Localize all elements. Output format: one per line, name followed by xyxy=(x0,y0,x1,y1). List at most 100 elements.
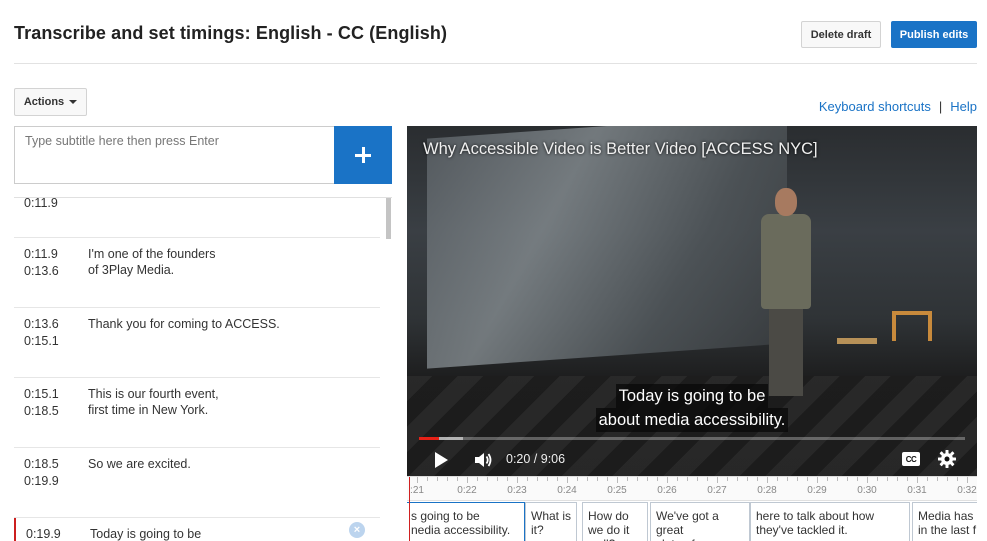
start-time[interactable]: 0:19.9 xyxy=(26,527,61,541)
end-time[interactable]: 0:18.5 xyxy=(24,404,59,418)
caption-line-1: Today is going to be xyxy=(615,384,769,408)
ruler-tick xyxy=(597,477,598,481)
speaker-head xyxy=(775,188,797,216)
ruler-tick xyxy=(667,477,668,483)
subtitle-list[interactable]: 0:11.9 0:11.9 0:13.6 I'm one of the foun… xyxy=(14,197,392,541)
start-time[interactable]: 0:15.1 xyxy=(24,387,59,401)
progress-played xyxy=(419,437,440,440)
ruler-tick xyxy=(647,477,648,481)
tick-label: 0:27 xyxy=(707,485,727,496)
timeline-segments: s going to be nedia accessibility. What … xyxy=(407,502,977,541)
help-link[interactable]: Help xyxy=(950,99,977,114)
ruler-tick xyxy=(557,477,558,481)
timeline-segment[interactable]: here to talk about how they've tackled i… xyxy=(750,502,910,541)
timeline-segment[interactable]: Media has in the last f xyxy=(912,502,977,541)
timeline-ruler[interactable]: :21 0:22 0:23 0:24 0:25 0:26 0:27 0:28 0:29 0:30 0… xyxy=(407,477,977,501)
subtitle-row[interactable]: 0:13.6 0:15.1 Thank you for coming to AC… xyxy=(14,308,380,378)
subtitle-row[interactable]: 0:18.5 0:19.9 So we are excited. xyxy=(14,448,380,518)
ruler-tick xyxy=(717,477,718,483)
video-caption: Today is going to be about media accessi… xyxy=(407,384,977,432)
ruler-tick xyxy=(507,477,508,481)
ruler-tick xyxy=(417,477,418,483)
timeline-playhead[interactable] xyxy=(409,477,410,541)
volume-icon[interactable] xyxy=(473,450,493,470)
speaker-body xyxy=(761,214,811,309)
ruler-tick xyxy=(867,477,868,483)
projection-screen xyxy=(427,126,787,369)
ruler-tick xyxy=(937,477,938,481)
timeline-segment[interactable]: How do we do it well? xyxy=(582,502,648,541)
actions-dropdown[interactable]: Actions xyxy=(14,88,87,116)
timeline[interactable]: :21 0:22 0:23 0:24 0:25 0:26 0:27 0:28 0:29 0:30 0… xyxy=(407,476,977,541)
speaker-legs xyxy=(769,306,803,396)
ruler-tick xyxy=(737,477,738,481)
actions-label: Actions xyxy=(23,96,65,108)
stage-table xyxy=(837,338,877,344)
keyboard-shortcuts-link[interactable]: Keyboard shortcuts xyxy=(819,99,931,114)
ruler-tick xyxy=(837,477,838,481)
plus-icon-vertical xyxy=(361,147,365,163)
video-player[interactable]: Why Accessible Video is Better Video [AC… xyxy=(407,126,977,476)
ruler-tick xyxy=(777,477,778,481)
end-time[interactable]: 0:19.9 xyxy=(24,474,59,488)
list-scrollbar[interactable] xyxy=(386,198,391,239)
ruler-tick xyxy=(887,477,888,481)
clear-icon[interactable]: × xyxy=(349,522,365,538)
start-time[interactable]: 0:11.9 xyxy=(24,247,58,261)
ruler-tick xyxy=(547,477,548,481)
ruler-tick xyxy=(727,477,728,481)
subtitle-row[interactable]: 0:11.9 xyxy=(14,198,380,238)
link-separator: | xyxy=(938,99,943,114)
start-time[interactable]: 0:11.9 xyxy=(24,198,58,210)
time-display: 0:20 / 9:06 xyxy=(506,452,566,466)
gear-icon[interactable] xyxy=(937,449,957,469)
player-controls: 0:20 / 9:06 CC xyxy=(407,444,977,476)
ruler-tick xyxy=(477,477,478,481)
ruler-tick xyxy=(687,477,688,481)
tick-label: 0:31 xyxy=(907,485,927,496)
subtitle-text[interactable]: Thank you for coming to ACCESS. xyxy=(88,316,280,332)
subtitle-row[interactable]: 0:15.1 0:18.5 This is our fourth event, … xyxy=(14,378,380,448)
timeline-segment[interactable]: s going to be nedia accessibility. xyxy=(407,502,525,541)
cc-icon[interactable]: CC xyxy=(902,452,920,466)
tick-label: 0:23 xyxy=(507,485,527,496)
ruler-tick xyxy=(587,477,588,481)
ruler-tick xyxy=(957,477,958,481)
ruler-tick xyxy=(827,477,828,481)
start-time[interactable]: 0:18.5 xyxy=(24,457,59,471)
caption-line-2: about media accessibility. xyxy=(595,408,789,432)
subtitle-row[interactable]: 0:11.9 0:13.6 I'm one of the founders of… xyxy=(14,238,380,308)
ruler-tick xyxy=(447,477,448,481)
ruler-tick xyxy=(947,477,948,481)
end-time[interactable]: 0:15.1 xyxy=(24,334,59,348)
ruler-tick xyxy=(907,477,908,481)
header-divider xyxy=(14,63,977,64)
ruler-tick xyxy=(427,477,428,481)
ruler-tick xyxy=(497,477,498,481)
add-subtitle-button[interactable] xyxy=(334,126,392,184)
subtitle-text[interactable]: I'm one of the founders of 3Play Media. xyxy=(88,246,215,278)
ruler-tick xyxy=(917,477,918,483)
page-title: Transcribe and set timings: English - CC… xyxy=(14,23,448,43)
progress-bar[interactable] xyxy=(419,437,965,440)
ruler-tick xyxy=(517,477,518,483)
subtitle-text[interactable]: So we are excited. xyxy=(88,456,191,472)
ruler-tick xyxy=(797,477,798,481)
subtitle-row-active[interactable]: 0:19.9 Today is going to be × xyxy=(14,518,380,541)
delete-draft-button[interactable]: Delete draft xyxy=(801,21,881,48)
ruler-tick xyxy=(857,477,858,481)
video-title[interactable]: Why Accessible Video is Better Video [AC… xyxy=(423,140,818,159)
subtitle-text[interactable]: Today is going to be xyxy=(90,526,201,541)
ruler-tick xyxy=(967,477,968,483)
end-time[interactable]: 0:13.6 xyxy=(24,264,59,278)
ruler-tick xyxy=(487,477,488,481)
timeline-segment[interactable]: We've got a great slate of xyxy=(650,502,750,541)
subtitle-text[interactable]: This is our fourth event, first time in … xyxy=(88,386,219,418)
ruler-tick xyxy=(877,477,878,481)
timeline-segment[interactable]: What is it? xyxy=(525,502,577,541)
start-time[interactable]: 0:13.6 xyxy=(24,317,59,331)
play-icon[interactable] xyxy=(435,452,448,468)
publish-edits-button[interactable]: Publish edits xyxy=(891,21,977,48)
subtitle-input[interactable]: Type subtitle here then press Enter xyxy=(14,126,335,184)
tick-label: 0:32 xyxy=(957,485,977,496)
